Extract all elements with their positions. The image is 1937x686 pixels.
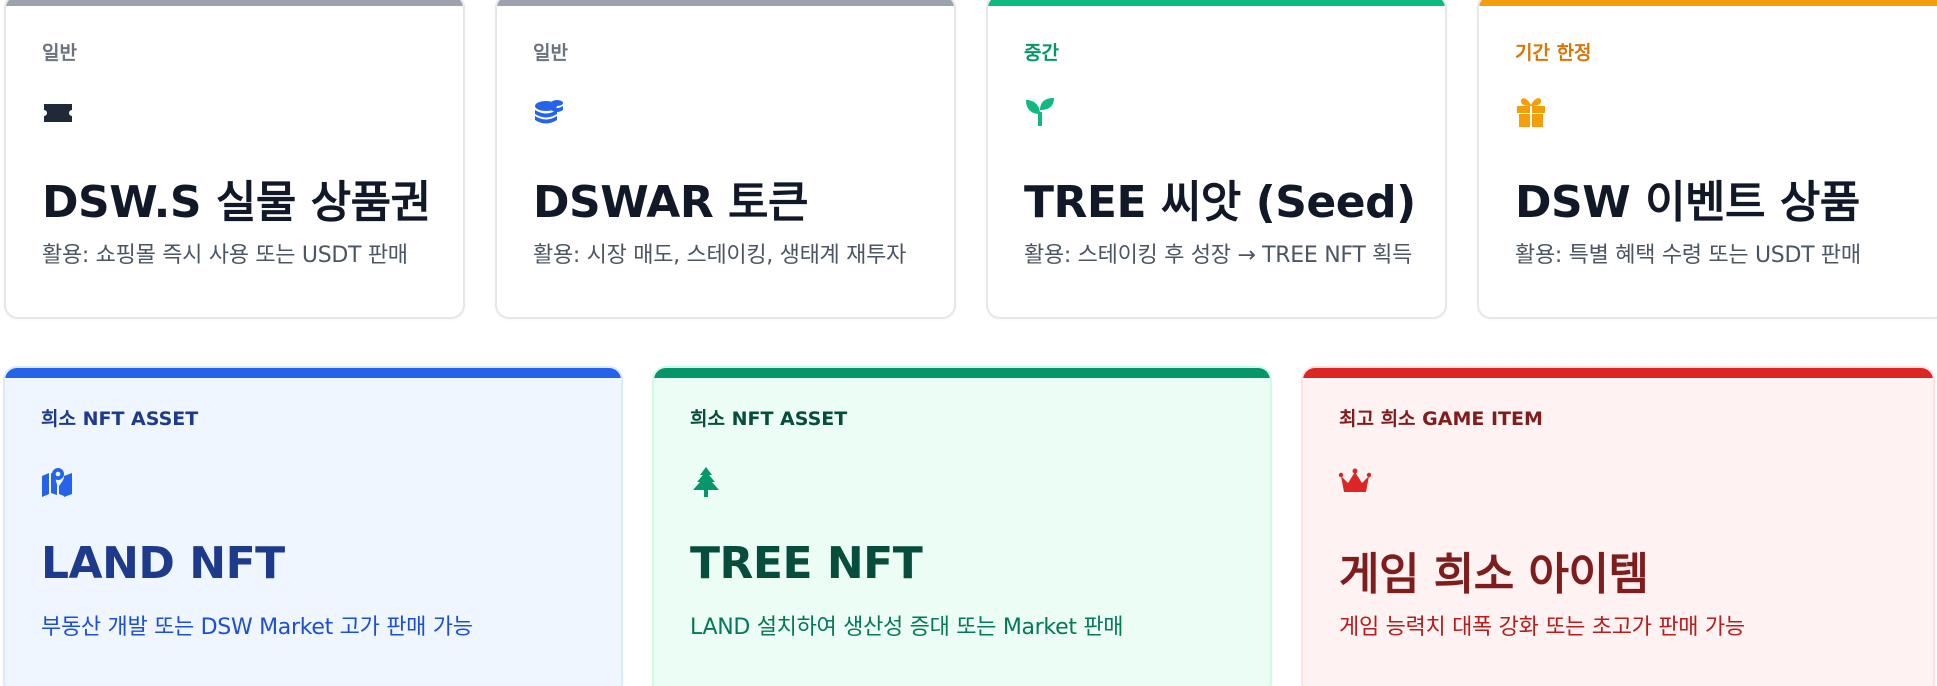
card-accent-bar xyxy=(654,368,1270,378)
card-title: DSW 이벤트 상품 xyxy=(1515,177,1860,228)
card-accent-bar xyxy=(5,368,621,378)
card-title: TREE NFT xyxy=(690,538,923,589)
card-accent-bar xyxy=(1303,368,1933,378)
card-title: TREE 씨앗 (Seed) xyxy=(1024,177,1416,228)
reward-card-land-nft[interactable]: 희소 NFT ASSET LAND NFT 부동산 개발 또는 DSW Mark… xyxy=(3,366,623,686)
card-accent-bar xyxy=(6,0,463,6)
card-badge: 희소 NFT ASSET xyxy=(41,408,199,430)
card-description: 게임 능력치 대폭 강화 또는 초고가 판매 가능 xyxy=(1339,615,1745,640)
card-description: 활용: 스테이킹 후 성장 → TREE NFT 획득 xyxy=(1024,243,1413,268)
card-title: LAND NFT xyxy=(41,538,285,589)
card-accent-bar xyxy=(497,0,954,6)
coins-icon xyxy=(533,96,565,128)
reward-card-game-item[interactable]: 최고 희소 GAME ITEM 게임 희소 아이템 게임 능력치 대폭 강화 또… xyxy=(1301,366,1935,686)
card-title: DSW.S 실물 상품권 xyxy=(42,177,431,228)
card-badge: 기간 한정 xyxy=(1515,42,1592,64)
tree-icon xyxy=(690,466,722,498)
card-accent-bar xyxy=(988,0,1445,6)
card-badge: 중간 xyxy=(1024,42,1059,64)
reward-card-dsw-event[interactable]: 기간 한정 DSW 이벤트 상품 활용: 특별 혜택 수령 또는 USDT 판매 xyxy=(1477,0,1937,319)
card-badge: 일반 xyxy=(533,42,568,64)
card-description: 활용: 특별 혜택 수령 또는 USDT 판매 xyxy=(1515,243,1861,268)
map-icon xyxy=(41,466,73,498)
crown-icon xyxy=(1339,466,1371,498)
reward-cards-page: 일반 DSW.S 실물 상품권 활용: 쇼핑몰 즉시 사용 또는 USDT 판매… xyxy=(0,0,1937,686)
reward-card-dswar-token[interactable]: 일반 DSWAR 토큰 활용: 시장 매도, 스테이킹, 생태계 재투자 xyxy=(495,0,956,319)
card-badge: 최고 희소 GAME ITEM xyxy=(1339,408,1543,430)
card-description: 부동산 개발 또는 DSW Market 고가 판매 가능 xyxy=(41,615,473,640)
card-title: 게임 희소 아이템 xyxy=(1339,549,1649,600)
card-title: DSWAR 토큰 xyxy=(533,177,808,228)
seedling-icon xyxy=(1024,96,1056,128)
card-badge: 희소 NFT ASSET xyxy=(690,408,848,430)
reward-card-tree-seed[interactable]: 중간 TREE 씨앗 (Seed) 활용: 스테이킹 후 성장 → TREE N… xyxy=(986,0,1447,319)
card-description: LAND 설치하여 생산성 증대 또는 Market 판매 xyxy=(690,615,1124,640)
card-description: 활용: 시장 매도, 스테이킹, 생태계 재투자 xyxy=(533,243,907,268)
reward-card-tree-nft[interactable]: 희소 NFT ASSET TREE NFT LAND 설치하여 생산성 증대 또… xyxy=(652,366,1272,686)
gift-icon xyxy=(1515,96,1547,128)
card-accent-bar xyxy=(1479,0,1937,6)
card-badge: 일반 xyxy=(42,42,77,64)
reward-card-dsws-voucher[interactable]: 일반 DSW.S 실물 상품권 활용: 쇼핑몰 즉시 사용 또는 USDT 판매 xyxy=(4,0,465,319)
ticket-icon xyxy=(42,96,74,128)
card-description: 활용: 쇼핑몰 즉시 사용 또는 USDT 판매 xyxy=(42,243,408,268)
